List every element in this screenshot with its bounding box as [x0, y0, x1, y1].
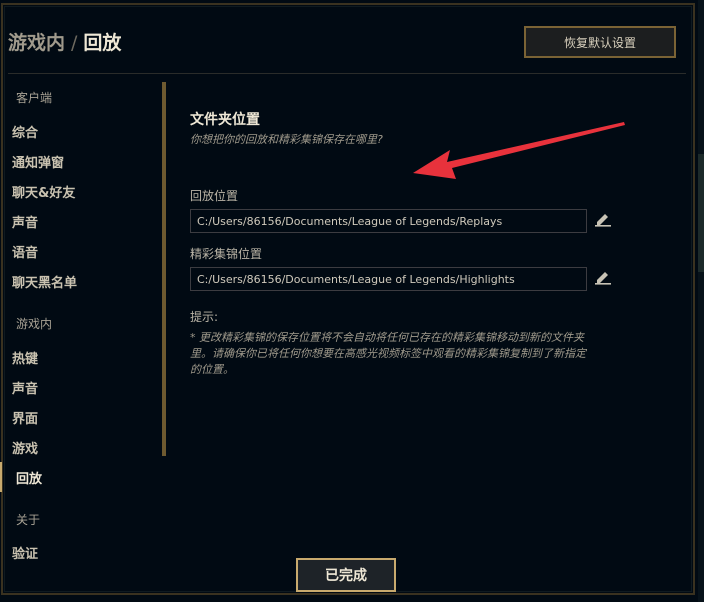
background-strip	[698, 0, 704, 602]
folder-location-subheading: 你想把你的回放和精彩集锦保存在哪里?	[190, 133, 383, 146]
sidebar-item-verification[interactable]: 验证	[12, 543, 38, 562]
breadcrumb-parent: 游戏内	[8, 32, 66, 54]
highlight-location-label: 精彩集锦位置	[190, 247, 263, 261]
sidebar-scrollbar[interactable]	[162, 82, 166, 456]
active-item-indicator	[0, 462, 2, 492]
sidebar-item-replays[interactable]: 回放	[16, 468, 42, 487]
folder-location-heading: 文件夹位置	[190, 112, 260, 128]
sidebar-item-client-sound[interactable]: 声音	[12, 212, 38, 231]
sidebar-item-chat-friends[interactable]: 聊天&好友	[12, 182, 75, 201]
restore-defaults-button[interactable]: 恢复默认设置	[524, 26, 676, 58]
highlight-path-field[interactable]: C:/Users/86156/Documents/League of Legen…	[190, 267, 587, 291]
sidebar-item-general[interactable]: 综合	[12, 122, 38, 141]
sidebar-item-ingame-sound[interactable]: 声音	[12, 378, 38, 397]
settings-window	[0, 0, 704, 602]
sidebar-section-about: 关于	[16, 513, 41, 527]
hint-text: * 更改精彩集锦的保存位置将不会自动将任何已存在的精彩集锦移动到新的文件夹里。请…	[190, 331, 586, 376]
sidebar-item-hotkeys[interactable]: 热键	[12, 348, 38, 367]
sidebar-item-interface[interactable]: 界面	[12, 408, 38, 427]
sidebar-section-client: 客户端	[16, 91, 53, 105]
replay-path-field[interactable]: C:/Users/86156/Documents/League of Legen…	[190, 209, 587, 233]
background-art	[698, 154, 704, 272]
pencil-edit-icon[interactable]	[594, 211, 612, 227]
hint-label: 提示:	[190, 310, 219, 324]
sidebar-item-voice[interactable]: 语音	[12, 242, 38, 261]
breadcrumb-separator: /	[71, 32, 78, 54]
done-button[interactable]: 已完成	[296, 558, 396, 592]
replay-location-label: 回放位置	[190, 189, 239, 203]
sidebar-item-game[interactable]: 游戏	[12, 438, 38, 457]
sidebar-section-ingame: 游戏内	[16, 317, 53, 331]
sidebar-item-notifications[interactable]: 通知弹窗	[12, 152, 64, 171]
window-inner-border	[4, 6, 692, 592]
page-title: 回放	[83, 32, 122, 54]
breadcrumb: 游戏内 / 回放	[8, 28, 121, 55]
header-divider	[8, 73, 686, 74]
pencil-edit-icon[interactable]	[594, 269, 612, 285]
sidebar-item-chat-blocklist[interactable]: 聊天黑名单	[12, 272, 77, 291]
